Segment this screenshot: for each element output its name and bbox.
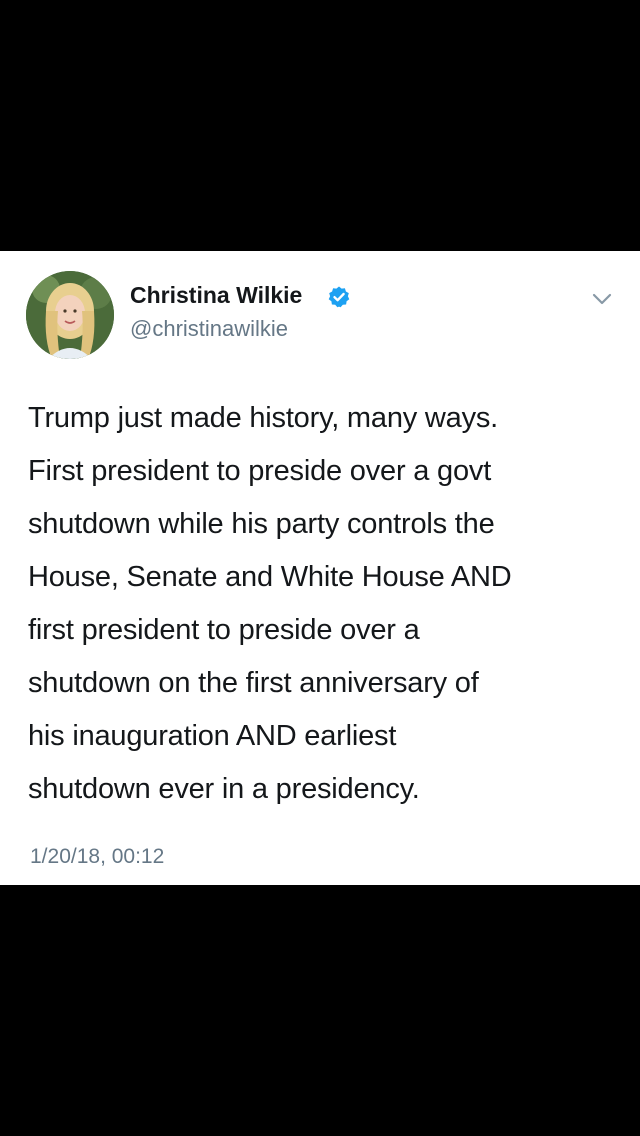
chevron-down-icon[interactable] <box>589 289 615 309</box>
tweet-card: Christina Wilkie @christinawilkie Trump … <box>0 251 640 885</box>
tweet-text-line: Trump just made history, many ways. <box>28 402 499 434</box>
tweet-text-line: shutdown while his party controls the <box>28 508 495 540</box>
author-display-name[interactable]: Christina Wilkie <box>130 282 302 309</box>
tweet-timestamp[interactable]: 1/20/18, 00:12 <box>30 845 164 869</box>
avatar-image <box>26 271 114 359</box>
tweet-text: Trump just made history, many ways. Firs… <box>28 392 628 816</box>
tweet-text-line: his inauguration AND earliest <box>28 720 397 752</box>
tweet-text-line: First president to preside over a govt <box>28 455 492 487</box>
screenshot: Christina Wilkie @christinawilkie Trump … <box>0 0 640 1136</box>
avatar[interactable] <box>26 271 114 359</box>
tweet-text-line: first president to preside over a <box>28 614 420 646</box>
tweet-text-line: shutdown ever in a presidency. <box>28 773 420 805</box>
tweet-text-line: shutdown on the first anniversary of <box>28 667 479 699</box>
verified-badge-icon <box>328 286 350 308</box>
author-handle[interactable]: @christinawilkie <box>130 316 288 342</box>
tweet-text-line: House, Senate and White House AND <box>28 561 512 593</box>
